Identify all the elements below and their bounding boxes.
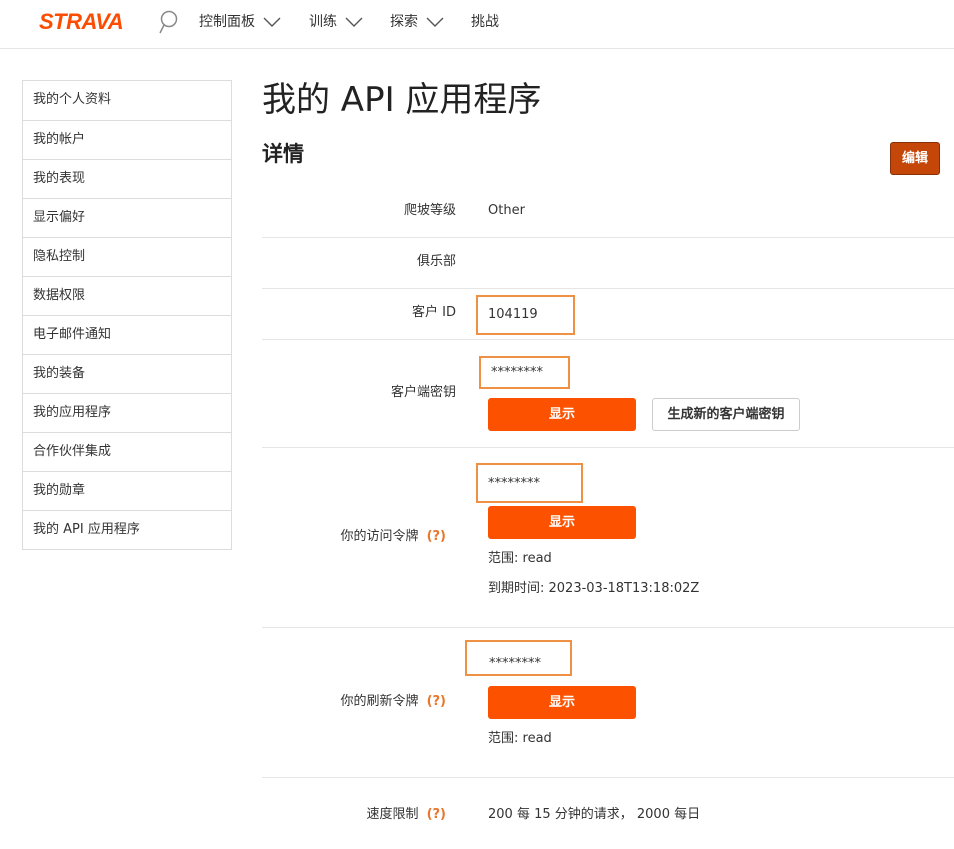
client-secret-label: 客户端密钥: [390, 385, 456, 400]
nav-dashboard[interactable]: 控制面板: [199, 13, 281, 31]
refresh-token-label-text: 你的刷新令牌: [340, 694, 419, 709]
page-title: 我的 API 应用程序: [262, 80, 542, 120]
sidebar-item-api-applications[interactable]: 我的 API 应用程序: [23, 510, 231, 549]
nav-training[interactable]: 训练: [309, 13, 363, 31]
help-icon[interactable]: (?): [427, 529, 446, 544]
access-token-label: 你的访问令牌 (?): [341, 528, 446, 546]
sidebar-item-badges[interactable]: 我的勋章: [23, 471, 231, 510]
client-secret-masked: ********: [479, 356, 570, 389]
sidebar-item-privacy[interactable]: 隐私控制: [23, 237, 231, 276]
sidebar-item-partner-integrations[interactable]: 合作伙伴集成: [23, 432, 231, 471]
strava-logo[interactable]: STRAVA: [39, 11, 124, 33]
sidebar-item-account[interactable]: 我的帐户: [23, 120, 231, 159]
edit-button[interactable]: 编辑: [890, 142, 940, 175]
rate-limit-value: 200 每 15 分钟的请求， 2000 每日: [488, 807, 701, 822]
generate-client-secret-button[interactable]: 生成新的客户端密钥: [652, 398, 800, 431]
nav-challenges-label: 挑战: [471, 14, 499, 30]
sidebar-item-email-notifications[interactable]: 电子邮件通知: [23, 315, 231, 354]
divider: [262, 627, 954, 628]
client-id-label: 客户 ID: [412, 305, 456, 320]
nav-dashboard-label: 控制面板: [199, 14, 255, 30]
help-icon[interactable]: (?): [427, 807, 446, 822]
show-access-token-button[interactable]: 显示: [488, 506, 636, 539]
show-client-secret-button[interactable]: 显示: [488, 398, 636, 431]
refresh-token-masked: ********: [465, 640, 572, 676]
access-token-scope: 范围: read: [488, 551, 552, 566]
chevron-down-icon: [426, 17, 444, 27]
top-nav: STRAVA 控制面板 训练 探索 挑战: [0, 0, 954, 49]
sidebar-item-gear[interactable]: 我的装备: [23, 354, 231, 393]
chevron-down-icon: [345, 17, 363, 27]
club-label: 俱乐部: [416, 254, 456, 269]
show-refresh-token-button[interactable]: 显示: [488, 686, 636, 719]
sidebar-item-profile[interactable]: 我的个人资料: [23, 81, 231, 120]
section-title: 详情: [262, 142, 304, 166]
divider: [262, 339, 954, 340]
nav-training-label: 训练: [309, 14, 337, 30]
access-token-label-text: 你的访问令牌: [340, 529, 419, 544]
search-icon[interactable]: [158, 10, 180, 36]
divider: [262, 288, 954, 289]
access-token-masked: ********: [476, 463, 583, 503]
sidebar-item-applications[interactable]: 我的应用程序: [23, 393, 231, 432]
refresh-token-scope: 范围: read: [488, 731, 552, 746]
rate-limit-label-text: 速度限制: [366, 807, 419, 822]
access-token-expires: 到期时间: 2023-03-18T13:18:02Z: [488, 581, 700, 596]
client-id-value: 104119: [476, 295, 575, 335]
nav-challenges[interactable]: 挑战: [471, 13, 499, 31]
divider: [262, 237, 954, 238]
climb-label: 爬坡等级: [403, 203, 456, 218]
sidebar-item-performance[interactable]: 我的表现: [23, 159, 231, 198]
sidebar-item-data-permissions[interactable]: 数据权限: [23, 276, 231, 315]
refresh-token-label: 你的刷新令牌 (?): [341, 693, 446, 711]
nav-explore[interactable]: 探索: [390, 13, 444, 31]
chevron-down-icon: [263, 17, 281, 27]
climb-value: Other: [488, 203, 525, 218]
divider: [262, 447, 954, 448]
rate-limit-label: 速度限制 (?): [367, 806, 446, 824]
nav-explore-label: 探索: [390, 14, 418, 30]
help-icon[interactable]: (?): [427, 694, 446, 709]
sidebar-item-display-preferences[interactable]: 显示偏好: [23, 198, 231, 237]
settings-sidebar: 我的个人资料 我的帐户 我的表现 显示偏好 隐私控制 数据权限 电子邮件通知 我…: [22, 80, 232, 550]
divider: [262, 777, 954, 778]
